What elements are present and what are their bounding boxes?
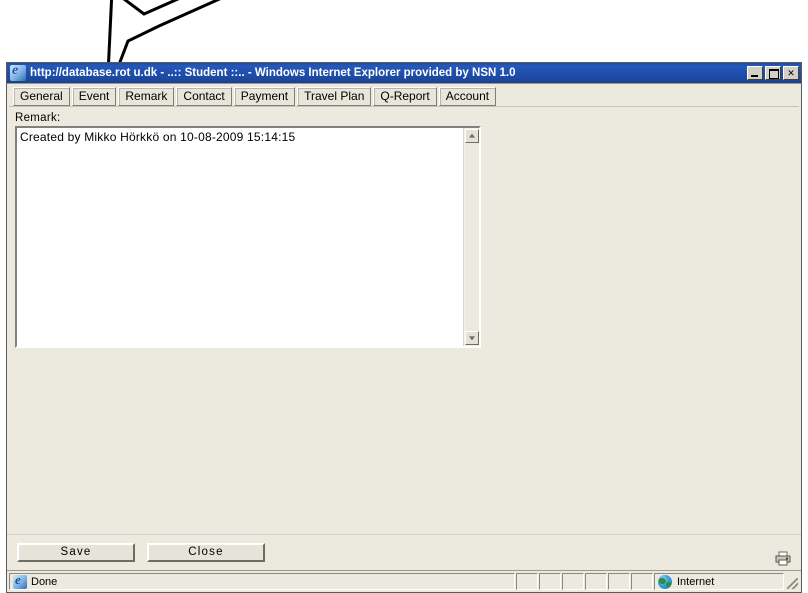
scroll-down-arrow-icon[interactable] (464, 331, 479, 345)
status-pane-6 (631, 573, 653, 590)
tab-payment[interactable]: Payment (233, 87, 296, 106)
maximize-button[interactable] (765, 66, 781, 80)
tab-bar: General Event Remark Contact Payment Tra… (7, 84, 801, 106)
remark-label: Remark: (15, 112, 61, 124)
window-title: http://database.rot u.dk - ..:: Student … (30, 67, 516, 79)
status-pane-3 (562, 573, 584, 590)
status-pane-5 (608, 573, 630, 590)
status-pane-2 (539, 573, 561, 590)
close-icon: ✕ (787, 68, 795, 78)
close-button[interactable]: ✕ (783, 66, 799, 80)
title-bar[interactable]: http://database.rot u.dk - ..:: Student … (7, 63, 801, 83)
scroll-up-arrow-icon[interactable] (464, 129, 479, 143)
down-arrow-glyph (468, 336, 475, 341)
tab-event[interactable]: Event (71, 87, 117, 106)
internet-explorer-icon (10, 65, 26, 81)
status-bar: Done Internet (7, 570, 801, 592)
tab-remark[interactable]: Remark (118, 87, 175, 106)
minimize-button[interactable] (747, 66, 763, 80)
remark-section: Remark: Created by Mikko Hörkkö on 10-08… (7, 107, 801, 348)
remark-vertical-scrollbar[interactable] (463, 128, 479, 346)
status-pane-4 (585, 573, 607, 590)
internet-explorer-icon (13, 574, 27, 589)
tab-q-report[interactable]: Q-Report (373, 87, 437, 106)
form-button-bar: Save Close (7, 534, 801, 570)
minimize-icon (751, 75, 758, 77)
tab-contact[interactable]: Contact (176, 87, 232, 106)
globe-icon (658, 574, 672, 589)
remark-textarea[interactable]: Created by Mikko Hörkkö on 10-08-2009 15… (15, 126, 481, 348)
status-message: Done (31, 575, 58, 588)
security-zone-label: Internet (677, 575, 715, 588)
printer-icon[interactable] (775, 551, 791, 566)
status-message-pane: Done (9, 573, 515, 590)
document-area: General Event Remark Contact Payment Tra… (7, 83, 801, 592)
up-arrow-glyph (468, 133, 475, 138)
save-button[interactable]: Save (17, 543, 135, 562)
tab-travel-plan[interactable]: Travel Plan (297, 87, 372, 106)
scrollbar-track[interactable] (464, 143, 479, 331)
tab-general[interactable]: General (13, 87, 70, 106)
remark-text-content[interactable]: Created by Mikko Hörkkö on 10-08-2009 15… (17, 128, 463, 346)
browser-window: http://database.rot u.dk - ..:: Student … (6, 62, 802, 593)
tab-account[interactable]: Account (438, 87, 497, 106)
resize-grip[interactable] (785, 573, 799, 590)
maximize-icon (769, 69, 779, 79)
security-zone-pane[interactable]: Internet (654, 573, 784, 590)
window-controls: ✕ (747, 66, 799, 80)
status-pane-1 (516, 573, 538, 590)
close-form-button[interactable]: Close (147, 543, 265, 562)
